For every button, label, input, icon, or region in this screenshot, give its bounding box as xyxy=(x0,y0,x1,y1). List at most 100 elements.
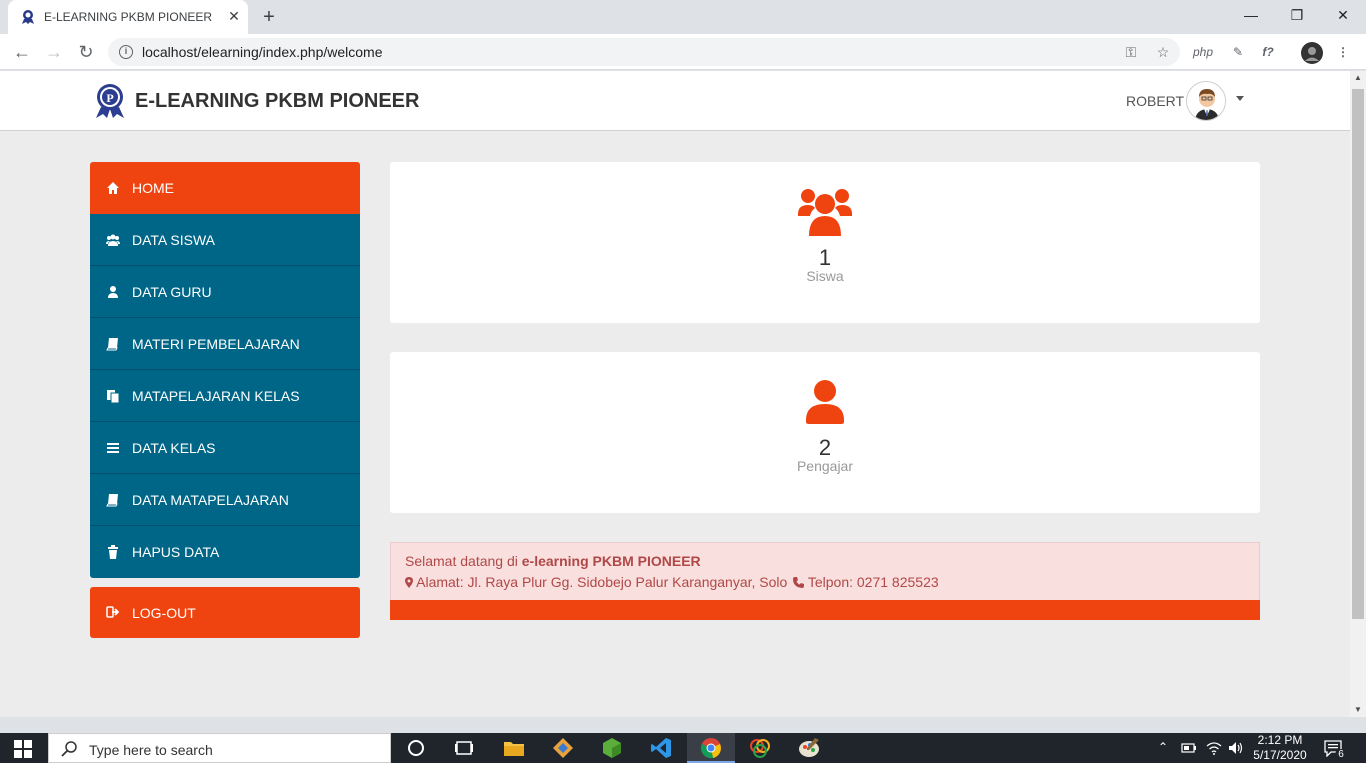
wifi-icon[interactable] xyxy=(1206,741,1222,755)
chrome-icon[interactable] xyxy=(699,736,723,760)
tab-close-icon[interactable]: ✕ xyxy=(226,8,242,24)
sidebar-item-materi-pembelajaran[interactable]: MATERI PEMBELAJARAN xyxy=(90,318,360,370)
user-avatar[interactable] xyxy=(1186,81,1226,121)
user-name[interactable]: ROBERT xyxy=(1126,93,1184,109)
reload-button[interactable]: ↻ xyxy=(74,40,98,64)
profile-avatar-icon[interactable] xyxy=(1300,41,1324,65)
trash-icon xyxy=(108,545,118,559)
stat-card-pengajar: 2 Pengajar xyxy=(390,352,1260,513)
cube-app-icon[interactable] xyxy=(600,736,624,760)
star-icon[interactable]: ☆ xyxy=(1154,43,1172,61)
file-explorer-icon[interactable] xyxy=(502,736,526,760)
siswa-label: Siswa xyxy=(806,268,844,284)
sidebar-item-label: DATA SISWA xyxy=(132,232,215,248)
list-icon xyxy=(107,443,119,453)
php-extension-icon[interactable]: php xyxy=(1192,42,1214,62)
browser-toolbar: ← → ↻ i localhost/elearning/index.php/we… xyxy=(0,34,1366,70)
paint-app-icon[interactable] xyxy=(797,736,821,760)
windows-taskbar: Type here to search ⌃ 2:12 PM 5/17/2020 … xyxy=(0,733,1366,763)
alert-accent-bar xyxy=(390,600,1260,620)
logout-label: LOG-OUT xyxy=(132,605,196,621)
site-favicon-icon xyxy=(22,10,34,24)
sidebar-item-data-siswa[interactable]: DATA SISWA xyxy=(90,214,360,266)
sidebar-item-data-guru[interactable]: DATA GURU xyxy=(90,266,360,318)
user-avatar-icon xyxy=(1187,82,1225,120)
sidebar-item-label: DATA GURU xyxy=(132,284,212,300)
page-viewport: P E-LEARNING PKBM PIONEER ROBERT HOME DA… xyxy=(0,71,1350,717)
scroll-up-arrow-icon[interactable]: ▲ xyxy=(1350,71,1366,85)
sidebar-item-matapelajaran-kelas[interactable]: MATAPELAJARAN KELAS xyxy=(90,370,360,422)
browser-tabstrip: E-LEARNING PKBM PIONEER ✕ + — ❐ ✕ xyxy=(0,0,1366,34)
users-icon xyxy=(798,189,852,236)
site-info-icon[interactable]: i xyxy=(119,45,133,59)
search-placeholder: Type here to search xyxy=(89,742,213,758)
minimize-button[interactable]: — xyxy=(1228,0,1274,30)
sign-out-icon xyxy=(106,606,120,618)
close-window-button[interactable]: ✕ xyxy=(1320,0,1366,30)
notification-count-badge: 6 xyxy=(1335,749,1347,761)
pengajar-label: Pengajar xyxy=(796,458,854,474)
alert-address: Alamat: Jl. Raya Plur Gg. Sidobejo Palur… xyxy=(416,574,788,590)
site-header: P E-LEARNING PKBM PIONEER ROBERT xyxy=(0,71,1350,131)
sidebar-item-label: DATA MATAPELAJARAN xyxy=(132,492,289,508)
book-icon xyxy=(106,494,118,507)
browser-tab[interactable]: E-LEARNING PKBM PIONEER ✕ xyxy=(8,0,248,34)
taskbar-clock[interactable]: 2:12 PM 5/17/2020 xyxy=(1250,733,1310,763)
page-scrollbar[interactable]: ▲ ▼ xyxy=(1350,71,1366,717)
volume-icon[interactable] xyxy=(1228,741,1244,755)
forward-button[interactable]: → xyxy=(42,40,66,64)
sidebar-item-label: MATERI PEMBELAJARAN xyxy=(132,336,300,352)
search-icon xyxy=(61,741,77,757)
scrollbar-thumb[interactable] xyxy=(1352,89,1364,619)
user-menu-caret-icon[interactable] xyxy=(1236,96,1244,101)
user-icon xyxy=(108,286,118,298)
site-brand[interactable]: E-LEARNING PKBM PIONEER xyxy=(135,90,419,113)
user-icon xyxy=(806,380,844,424)
sidebar-item-label: DATA KELAS xyxy=(132,440,216,456)
clock-date: 5/17/2020 xyxy=(1253,748,1307,762)
sidebar-item-data-kelas[interactable]: DATA KELAS xyxy=(90,422,360,474)
address-bar[interactable]: i localhost/elearning/index.php/welcome … xyxy=(108,38,1180,66)
alert-phone: Telpon: 0271 825523 xyxy=(807,574,939,590)
maximize-button[interactable]: ❐ xyxy=(1274,0,1320,30)
color-rings-app-icon[interactable] xyxy=(748,736,772,760)
fx-extension-icon[interactable]: f? xyxy=(1258,42,1278,62)
sidebar-item-label: HAPUS DATA xyxy=(132,544,220,560)
logout-button[interactable]: LOG-OUT xyxy=(90,587,360,638)
stat-card-siswa: 1 Siswa xyxy=(390,162,1260,323)
windows-start-icon[interactable] xyxy=(14,740,32,758)
sidebar-item-label: MATAPELAJARAN KELAS xyxy=(132,388,300,404)
svg-text:P: P xyxy=(106,91,113,105)
taskbar-search[interactable]: Type here to search xyxy=(48,733,391,763)
url-text[interactable]: localhost/elearning/index.php/welcome xyxy=(142,44,382,60)
clock-time: 2:12 PM xyxy=(1257,733,1303,747)
browser-menu-icon[interactable]: ⋮ xyxy=(1336,42,1350,62)
tab-title: E-LEARNING PKBM PIONEER xyxy=(44,10,213,24)
sidebar-item-hapus-data[interactable]: HAPUS DATA xyxy=(90,526,360,578)
eyedropper-extension-icon[interactable]: ✎ xyxy=(1228,42,1248,62)
sidebar-item-data-matapelajaran[interactable]: DATA MATAPELAJARAN xyxy=(90,474,360,526)
map-marker-icon xyxy=(405,577,413,588)
vscode-icon[interactable] xyxy=(649,736,673,760)
home-icon xyxy=(107,182,119,194)
scroll-down-arrow-icon[interactable]: ▼ xyxy=(1350,703,1366,717)
task-view-icon[interactable] xyxy=(452,736,476,760)
files-icon xyxy=(107,390,120,403)
cortana-icon[interactable] xyxy=(404,736,428,760)
tray-chevron-icon[interactable]: ⌃ xyxy=(1158,740,1168,754)
pkbm-logo-icon: P xyxy=(96,84,124,118)
sidebar-item-home[interactable]: HOME xyxy=(90,162,360,214)
alert-greeting: Selamat datang di xyxy=(405,553,522,569)
back-button[interactable]: ← xyxy=(10,40,34,64)
git-app-icon[interactable] xyxy=(551,736,575,760)
welcome-alert: Selamat datang di e-learning PKBM PIONEE… xyxy=(390,542,1260,600)
new-tab-button[interactable]: + xyxy=(258,6,280,28)
sidebar-item-label: HOME xyxy=(132,180,174,196)
alert-greeting-line: Selamat datang di e-learning PKBM PIONEE… xyxy=(405,553,701,569)
battery-icon[interactable] xyxy=(1181,742,1197,754)
sidebar-menu: HOME DATA SISWA DATA GURU MATERI PEMBELA… xyxy=(90,162,360,578)
users-icon xyxy=(106,234,120,246)
phone-icon xyxy=(793,577,805,588)
alert-contact-line: Alamat: Jl. Raya Plur Gg. Sidobejo Palur… xyxy=(405,574,939,590)
key-icon[interactable]: ⚿ xyxy=(1122,43,1140,61)
